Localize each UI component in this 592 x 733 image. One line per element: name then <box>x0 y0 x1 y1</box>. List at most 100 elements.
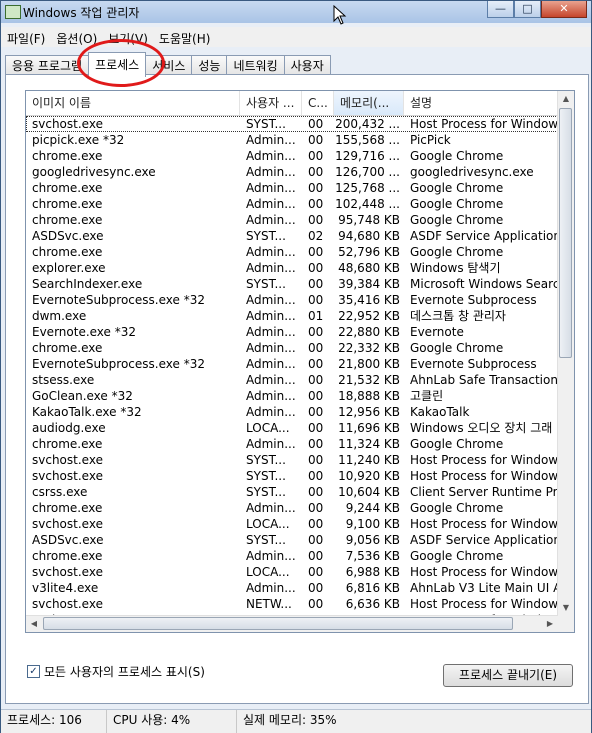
scroll-up-icon[interactable]: ▲ <box>558 91 574 107</box>
menu-file[interactable]: 파일(F) <box>1 27 50 47</box>
process-user: SYST... <box>246 485 286 499</box>
close-button[interactable]: ✕ <box>541 1 587 18</box>
process-description: AhnLab V3 Lite Main UI A <box>410 581 558 595</box>
process-row[interactable]: SearchIndexer.exe SYST... 00 39,384 KB Micro… <box>26 276 558 292</box>
process-user: SYST... <box>246 453 286 467</box>
process-memory: 102,448 ... <box>335 197 400 211</box>
process-row[interactable]: v3lite4.exe Admin... 00 6,816 KB AhnLab V3 L… <box>26 580 558 596</box>
menu-view[interactable]: 보기(V) <box>102 27 153 47</box>
process-row[interactable]: chrome.exe Admin... 00 22,332 KB Google Chro… <box>26 340 558 356</box>
process-memory: 6,816 KB <box>345 581 400 595</box>
process-row[interactable]: stsess.exe Admin... 00 21,532 KB AhnLab Safe… <box>26 372 558 388</box>
menu-help[interactable]: 도움말(H) <box>153 27 216 47</box>
process-name: EvernoteSubprocess.exe *32 <box>32 293 205 307</box>
process-user: Admin... <box>246 501 296 515</box>
column-header-cpu[interactable]: C... <box>302 91 334 115</box>
process-row[interactable]: EvernoteSubprocess.exe *32 Admin... 00 21,8… <box>26 356 558 372</box>
process-row[interactable]: chrome.exe Admin... 00 7,536 KB Google Chrom… <box>26 548 558 564</box>
minimize-button[interactable]: — <box>487 1 514 18</box>
process-memory: 9,244 KB <box>345 501 400 515</box>
process-name: GoClean.exe *32 <box>32 389 133 403</box>
process-cpu: 00 <box>308 421 324 435</box>
process-rows: svchost.exe SYST... 00 200,432 ... Host Proc… <box>26 116 558 632</box>
process-row[interactable]: KakaoTalk.exe *32 Admin... 00 12,956 KB Kaka… <box>26 404 558 420</box>
column-header-memory[interactable]: 메모리(... <box>334 91 404 115</box>
show-all-users-label: 모든 사용자의 프로세스 표시(S) <box>44 665 205 679</box>
process-cpu: 00 <box>308 181 324 195</box>
vertical-scrollbar[interactable]: ▲ ▼ <box>557 91 574 616</box>
process-cpu: 00 <box>308 325 324 339</box>
scroll-right-icon[interactable]: ▶ <box>542 616 558 632</box>
process-cpu: 00 <box>308 245 324 259</box>
process-name: chrome.exe <box>32 181 103 195</box>
process-row[interactable]: googledrivesync.exe Admin... 00 126,700 ...… <box>26 164 558 180</box>
process-description: Host Process for Windows <box>410 453 558 467</box>
scroll-left-icon[interactable]: ◀ <box>26 616 42 632</box>
process-row[interactable]: EvernoteSubprocess.exe *32 Admin... 00 35,4… <box>26 292 558 308</box>
process-row[interactable]: svchost.exe SYST... 00 11,240 KB Host Proces… <box>26 452 558 468</box>
process-row[interactable]: picpick.exe *32 Admin... 00 155,568 ... PicP… <box>26 132 558 148</box>
process-row[interactable]: ASDSvc.exe SYST... 00 9,056 KB ASDF Service … <box>26 532 558 548</box>
process-name: chrome.exe <box>32 213 103 227</box>
tab-services[interactable]: 서비스 <box>145 55 193 75</box>
process-memory: 35,416 KB <box>338 293 400 307</box>
process-row[interactable]: svchost.exe SYST... 00 200,432 ... Host Proc… <box>26 116 558 132</box>
process-memory: 155,568 ... <box>335 133 400 147</box>
process-row[interactable]: svchost.exe LOCA... 00 6,988 KB Host Process… <box>26 564 558 580</box>
column-header-description[interactable]: 설명 <box>404 91 558 115</box>
process-description: Google Chrome <box>410 197 504 211</box>
process-row[interactable]: explorer.exe Admin... 00 48,680 KB Windows 탐… <box>26 260 558 276</box>
process-row[interactable]: chrome.exe Admin... 00 11,324 KB Google Chro… <box>26 436 558 452</box>
process-cpu: 00 <box>308 485 324 499</box>
process-row[interactable]: dwm.exe Admin... 01 22,952 KB 데스크톱 창 관리자 <box>26 308 558 324</box>
status-bar: 프로세스: 106 CPU 사용: 4% 실제 메모리: 35% <box>1 709 591 733</box>
process-row[interactable]: csrss.exe SYST... 00 10,604 KB Client Server… <box>26 484 558 500</box>
tab-performance[interactable]: 성능 <box>191 55 228 75</box>
process-description: Windows 오디오 장치 그래 <box>410 421 553 435</box>
show-all-users-option[interactable]: ✓ 모든 사용자의 프로세스 표시(S) <box>27 663 205 680</box>
tab-processes[interactable]: 프로세스 <box>88 52 147 77</box>
title-bar[interactable]: Windows 작업 관리자 — □ ✕ <box>1 1 591 23</box>
process-row[interactable]: chrome.exe Admin... 00 129,716 ... Google Ch… <box>26 148 558 164</box>
horizontal-scrollbar[interactable]: ◀ ▶ <box>26 615 558 632</box>
tab-users[interactable]: 사용자 <box>283 55 331 75</box>
column-header-user[interactable]: 사용자 ... <box>240 91 302 115</box>
show-all-users-checkbox[interactable]: ✓ <box>27 665 40 678</box>
maximize-button[interactable]: □ <box>514 1 541 18</box>
horizontal-scroll-thumb[interactable] <box>43 617 513 630</box>
process-row[interactable]: Evernote.exe *32 Admin... 00 22,880 KB Evern… <box>26 324 558 340</box>
process-row[interactable]: svchost.exe NETW... 00 6,636 KB Host Process… <box>26 596 558 612</box>
end-process-button[interactable]: 프로세스 끝내기(E) <box>443 664 573 687</box>
process-list[interactable]: 이미지 이름 사용자 ... C... 메모리(... 설명 svchost.e… <box>25 90 575 633</box>
process-name: audiodg.exe <box>32 421 106 435</box>
process-row[interactable]: chrome.exe Admin... 00 125,768 ... Google Ch… <box>26 180 558 196</box>
tab-networking[interactable]: 네트워킹 <box>226 55 285 75</box>
process-row[interactable]: audiodg.exe LOCA... 00 11,696 KB Windows 오디오… <box>26 420 558 436</box>
process-user: LOCA... <box>246 421 290 435</box>
process-row[interactable]: chrome.exe Admin... 00 102,448 ... Google Ch… <box>26 196 558 212</box>
process-description: Host Process for Windows <box>410 469 558 483</box>
process-description: Google Chrome <box>410 501 504 515</box>
process-name: chrome.exe <box>32 245 103 259</box>
process-cpu: 00 <box>308 581 324 595</box>
process-row[interactable]: ASDSvc.exe SYST... 02 94,680 KB ASDF Service… <box>26 228 558 244</box>
process-row[interactable]: svchost.exe SYST... 00 10,920 KB Host Proces… <box>26 468 558 484</box>
process-user: Admin... <box>246 405 296 419</box>
process-cpu: 00 <box>308 149 324 163</box>
vertical-scroll-thumb[interactable] <box>559 108 572 358</box>
process-cpu: 00 <box>308 373 324 387</box>
tab-applications[interactable]: 응용 프로그램 <box>5 55 90 75</box>
process-description: Host Process for Windows <box>410 517 558 531</box>
task-manager-icon <box>5 5 21 19</box>
process-cpu: 00 <box>308 277 324 291</box>
process-row[interactable]: svchost.exe LOCA... 00 9,100 KB Host Process… <box>26 516 558 532</box>
scrollbar-corner <box>558 616 574 632</box>
process-memory: 6,988 KB <box>345 565 400 579</box>
scroll-down-icon[interactable]: ▼ <box>558 600 574 616</box>
process-row[interactable]: chrome.exe Admin... 00 52,796 KB Google Chro… <box>26 244 558 260</box>
process-row[interactable]: chrome.exe Admin... 00 95,748 KB Google Chro… <box>26 212 558 228</box>
menu-options[interactable]: 옵션(O) <box>50 27 102 47</box>
column-header-image-name[interactable]: 이미지 이름 <box>26 91 240 115</box>
process-row[interactable]: GoClean.exe *32 Admin... 00 18,888 KB 고클린 <box>26 388 558 404</box>
process-row[interactable]: chrome.exe Admin... 00 9,244 KB Google Chrom… <box>26 500 558 516</box>
